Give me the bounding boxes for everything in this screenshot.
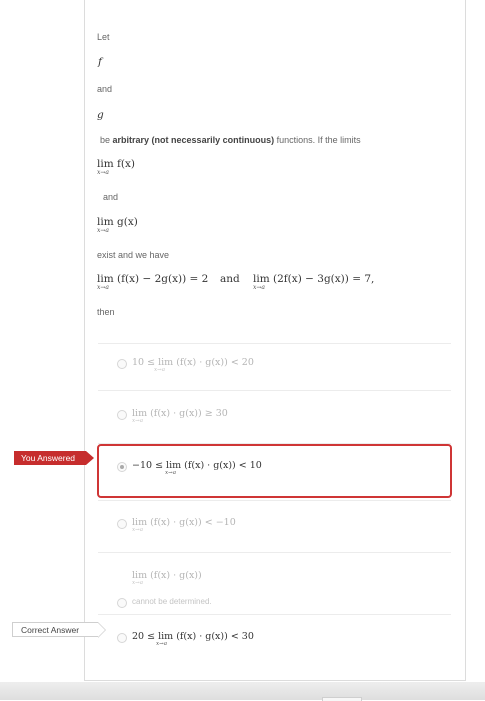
option-6-radio[interactable] xyxy=(117,633,127,643)
bottom-scrollbar[interactable] xyxy=(0,682,485,700)
limit-g: lim g(x) x→a xyxy=(97,216,138,234)
question-and-2: and xyxy=(103,192,119,202)
question-and-1: and xyxy=(97,84,113,94)
correct-answer-tag: Correct Answer xyxy=(12,622,106,638)
option-3-label[interactable]: −10 ≤ lim (f(x) · g(x)) < 10 x→a xyxy=(132,460,262,476)
separator xyxy=(98,552,451,553)
you-answered-tag: You Answered xyxy=(14,451,94,465)
option-4-label[interactable]: lim (f(x) · g(x)) < −10 x→a xyxy=(132,517,236,533)
question-exist: exist and we have xyxy=(97,250,170,260)
option-4-radio[interactable] xyxy=(117,519,127,529)
option-3-radio[interactable] xyxy=(117,462,127,472)
separator xyxy=(98,614,451,615)
option-1-label[interactable]: 10 ≤ lim (f(x) · g(x)) < 20 x→a xyxy=(132,357,254,373)
limit-f: lim f(x) x→a xyxy=(97,158,136,176)
equation-1: lim (f(x) − 2g(x)) = 2 x→a xyxy=(97,273,209,291)
separator xyxy=(98,500,451,501)
separator xyxy=(98,390,451,391)
option-2-radio[interactable] xyxy=(117,410,127,420)
equation-and: and xyxy=(220,273,240,285)
answered-highlight xyxy=(97,444,452,498)
option-1-radio[interactable] xyxy=(117,359,127,369)
question-let: Let xyxy=(97,32,110,42)
option-5-radio[interactable] xyxy=(117,598,127,608)
option-6-label[interactable]: 20 ≤ lim (f(x) · g(x)) < 30 x→a xyxy=(132,631,254,647)
separator xyxy=(98,343,451,344)
question-then: then xyxy=(97,307,115,317)
option-2-label[interactable]: lim (f(x) · g(x)) ≥ 30 x→a xyxy=(132,408,228,424)
question-arbitrary-line: be arbitrary (not necessarily continuous… xyxy=(100,135,361,145)
option-5-label[interactable]: lim (f(x) · g(x)) x→a xyxy=(132,570,202,586)
function-g: g xyxy=(97,109,104,121)
function-f: f xyxy=(98,56,102,68)
option-5-subtext: cannot be determined. xyxy=(132,597,212,606)
equation-2: lim (2f(x) − 3g(x)) = 7, x→a xyxy=(253,273,375,291)
scrollbar-thumb[interactable] xyxy=(322,697,362,701)
